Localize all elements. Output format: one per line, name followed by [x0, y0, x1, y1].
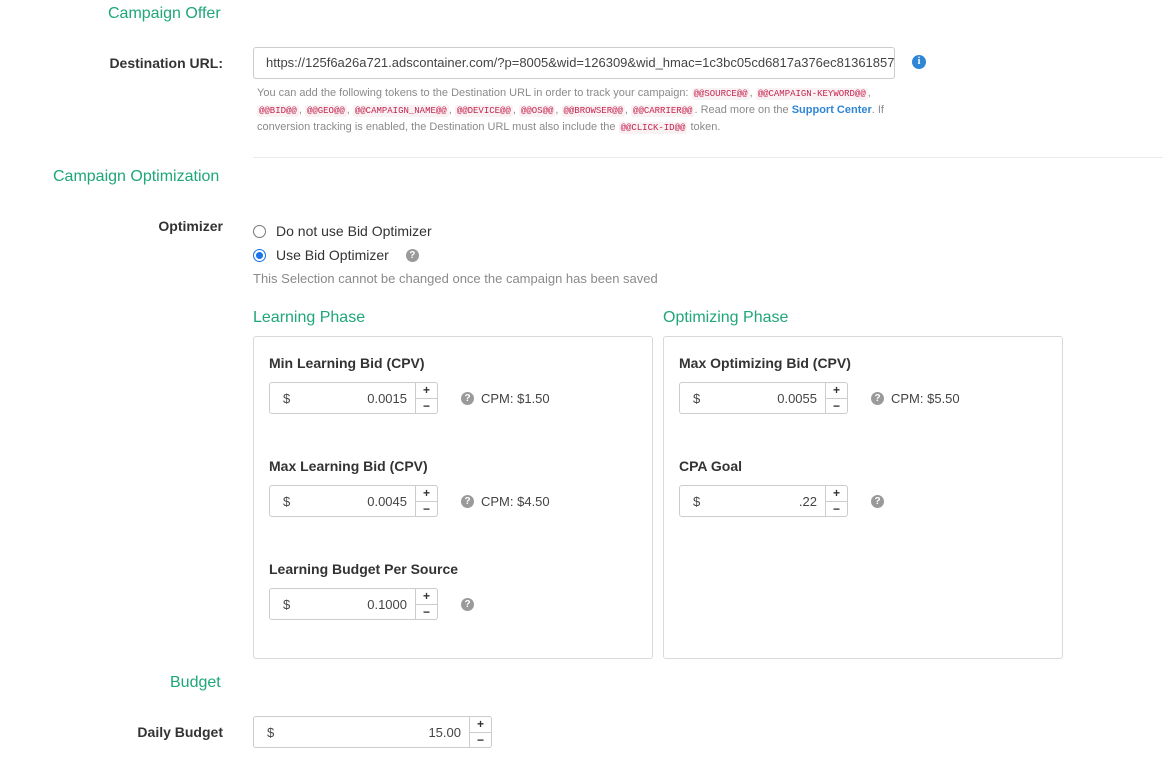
learning-budget-value: 0.1000 [367, 596, 407, 612]
help-icon[interactable]: ? [461, 392, 474, 405]
max-learning-cpm: ? CPM: $4.50 [461, 494, 550, 509]
help-end-text: token. [690, 121, 721, 133]
token-click-id: @@CLICK-ID@@ [618, 122, 688, 134]
optimizer-note: This Selection cannot be changed once th… [253, 271, 658, 286]
max-optimizing-bid-label: Max Optimizing Bid (CPV) [679, 355, 851, 371]
max-learning-bid-field[interactable]: $ 0.0045 [269, 485, 416, 517]
currency-symbol: $ [283, 493, 291, 509]
help-icon[interactable]: ? [871, 392, 884, 405]
max-learning-bid-label: Max Learning Bid (CPV) [269, 458, 428, 474]
learning-budget-stepper[interactable]: + − [416, 588, 438, 620]
token-os: @@OS@@ [518, 105, 556, 117]
cpa-goal-value: .22 [798, 493, 817, 509]
destination-url-label: Destination URL: [109, 55, 223, 71]
radio-button-yes[interactable] [253, 248, 266, 262]
max-learning-cpm-text: CPM: $4.50 [481, 494, 550, 509]
learning-budget-label: Learning Budget Per Source [269, 561, 459, 577]
learning-phase-title: Learning Phase [253, 309, 366, 326]
learning-phase-panel: Min Learning Bid (CPV) $ 0.0015 + − ? CP… [253, 336, 653, 659]
token-carrier: @@CARRIER@@ [631, 105, 695, 117]
decrement-button[interactable]: − [470, 733, 491, 748]
optimizing-phase-title: Optimizing Phase [663, 309, 789, 326]
destination-url-input[interactable]: https://125f6a26a721.adscontainer.com/?p… [253, 47, 895, 79]
min-learning-cpm: ? CPM: $1.50 [461, 391, 550, 406]
radio-button-no[interactable] [253, 224, 266, 238]
max-optimizing-cpm-text: CPM: $5.50 [891, 391, 960, 406]
token-campaign-keyword: @@CAMPAIGN-KEYWORD@@ [755, 88, 868, 100]
daily-budget-label: Daily Budget [137, 724, 223, 740]
increment-button[interactable]: + [416, 486, 437, 502]
daily-budget-field[interactable]: $ 15.00 [253, 716, 470, 748]
radio-use-bid-optimizer[interactable]: Use Bid Optimizer ? [253, 247, 419, 263]
currency-symbol: $ [267, 724, 275, 740]
max-learning-bid-value: 0.0045 [367, 493, 407, 509]
help-icon[interactable]: ? [871, 495, 884, 508]
radio-label-no: Do not use Bid Optimizer [276, 223, 432, 239]
help-icon[interactable]: ? [405, 248, 419, 262]
max-learning-bid-input[interactable]: $ 0.0045 + − [269, 485, 438, 517]
cpa-goal-input[interactable]: $ .22 + − [679, 485, 848, 517]
section-divider [253, 157, 1163, 158]
decrement-button[interactable]: − [826, 502, 847, 517]
learning-budget-field[interactable]: $ 0.1000 [269, 588, 416, 620]
decrement-button[interactable]: − [826, 399, 847, 414]
cpa-goal-field[interactable]: $ .22 [679, 485, 826, 517]
increment-button[interactable]: + [416, 589, 437, 605]
decrement-button[interactable]: − [416, 399, 437, 414]
min-learning-bid-label: Min Learning Bid (CPV) [269, 355, 425, 371]
help-read-more-text: . Read more on the [694, 104, 789, 116]
token-campaign-name: @@CAMPAIGN_NAME@@ [352, 105, 449, 117]
help-icon[interactable]: ? [461, 495, 474, 508]
daily-budget-stepper[interactable]: + − [470, 716, 492, 748]
decrement-button[interactable]: − [416, 605, 437, 620]
token-device: @@DEVICE@@ [454, 105, 513, 117]
daily-budget-value: 15.00 [428, 724, 461, 740]
min-learning-bid-input[interactable]: $ 0.0015 + − [269, 382, 438, 414]
max-optimizing-bid-input[interactable]: $ 0.0055 + − [679, 382, 848, 414]
support-center-link[interactable]: Support Center [792, 104, 872, 116]
increment-button[interactable]: + [826, 486, 847, 502]
currency-symbol: $ [283, 390, 291, 406]
increment-button[interactable]: + [470, 717, 491, 733]
currency-symbol: $ [283, 596, 291, 612]
min-learning-bid-stepper[interactable]: + − [416, 382, 438, 414]
radio-label-yes: Use Bid Optimizer [276, 247, 389, 263]
destination-url-value: https://125f6a26a721.adscontainer.com/?p… [266, 55, 895, 70]
currency-symbol: $ [693, 493, 701, 509]
increment-button[interactable]: + [826, 383, 847, 399]
max-optimizing-bid-value: 0.0055 [777, 390, 817, 406]
currency-symbol: $ [693, 390, 701, 406]
max-learning-bid-stepper[interactable]: + − [416, 485, 438, 517]
max-optimizing-bid-stepper[interactable]: + − [826, 382, 848, 414]
section-title-budget: Budget [170, 674, 221, 691]
min-learning-bid-value: 0.0015 [367, 390, 407, 406]
section-title-campaign-optimization: Campaign Optimization [53, 168, 220, 185]
optimizing-phase-panel: Max Optimizing Bid (CPV) $ 0.0055 + − ? … [663, 336, 1063, 659]
max-optimizing-bid-field[interactable]: $ 0.0055 [679, 382, 826, 414]
max-optimizing-cpm: ? CPM: $5.50 [871, 391, 960, 406]
help-intro-text: You can add the following tokens to the … [257, 87, 689, 99]
min-learning-bid-field[interactable]: $ 0.0015 [269, 382, 416, 414]
destination-url-help: You can add the following tokens to the … [257, 87, 884, 134]
token-geo: @@GEO@@ [304, 105, 347, 117]
decrement-button[interactable]: − [416, 502, 437, 517]
learning-budget-input[interactable]: $ 0.1000 + − [269, 588, 438, 620]
daily-budget-input[interactable]: $ 15.00 + − [253, 716, 492, 748]
token-bid: @@BID@@ [257, 105, 299, 117]
help-icon[interactable]: ? [461, 598, 474, 611]
token-browser: @@BROWSER@@ [561, 105, 625, 117]
section-title-campaign-offer: Campaign Offer [108, 5, 221, 22]
info-icon[interactable]: i [912, 55, 926, 69]
cpa-goal-stepper[interactable]: + − [826, 485, 848, 517]
increment-button[interactable]: + [416, 383, 437, 399]
cpa-goal-label: CPA Goal [679, 458, 743, 474]
optimizer-label: Optimizer [158, 218, 223, 234]
radio-do-not-use-bid-optimizer[interactable]: Do not use Bid Optimizer [253, 223, 432, 239]
token-source: @@SOURCE@@ [691, 88, 750, 100]
min-learning-cpm-text: CPM: $1.50 [481, 391, 550, 406]
